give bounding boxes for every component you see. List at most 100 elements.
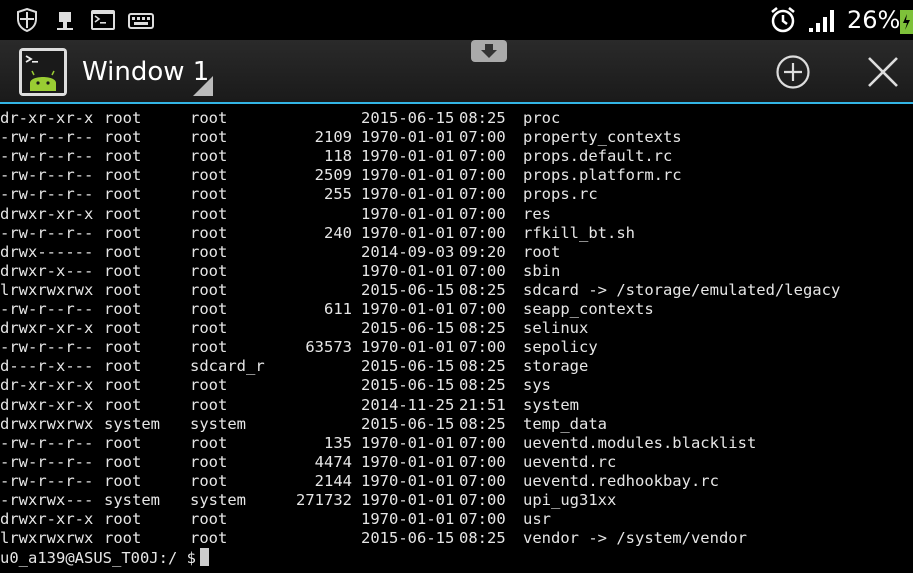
terminal-line: -rw-r--r-- root root 135 1970-01-01 07:00 ueve… [0,434,913,453]
entry-size: 271732 [296,491,352,509]
entry-group: root [190,338,228,357]
entry-time: 07:00 [459,185,506,204]
entry-size: 63573 [305,338,352,357]
entry-perm: drwxr-xr-x [0,319,94,338]
entry-date: 2015-06-15 [361,529,455,548]
entry-owner: root [104,471,142,490]
entry-name: props.rc [523,185,598,204]
entry-perm: drwx------ [0,242,94,261]
entry-group: root [190,376,228,395]
entry-perm: d---r-x--- [0,357,94,376]
entry-date: 1970-01-01 [361,185,455,204]
entry-group: root [190,109,228,127]
terminal-line: drwx------ root root 2014-09-03 09:20 root [0,243,913,262]
entry-date: 1970-01-01 [361,204,455,223]
alarm-icon [769,6,797,38]
terminal-line: -rw-r--r-- root root 2144 1970-01-01 07:00 uev… [0,472,913,491]
shield-icon [16,7,38,36]
shell-prompt-line[interactable]: u0_a139@ASUS_T00J:/ $ [0,548,209,567]
battery-icon [900,8,913,38]
entry-name: sdcard -> /storage/emulated/legacy [523,280,841,299]
entry-perm: -rw-r--r-- [0,147,94,166]
entry-time: 07:00 [459,338,506,357]
entry-perm: -rw-r--r-- [0,452,94,471]
entry-group: root [190,395,228,414]
entry-date: 1970-01-01 [361,510,455,529]
entry-owner: root [104,433,142,452]
entry-perm: drwxr-xr-x [0,204,94,223]
shell-prompt: u0_a139@ASUS_T00J:/ $ [0,549,196,568]
entry-group: root [190,166,228,185]
entry-name: property_contexts [523,128,682,147]
entry-name: system [523,395,579,414]
entry-date: 1970-01-01 [361,491,455,509]
window-title[interactable]: Window 1 [82,57,209,87]
entry-group: root [190,261,228,280]
entry-group: root [190,529,228,548]
entry-owner: root [104,510,142,529]
terminal-line: dr-xr-xr-x root root 2015-06-15 08:25 proc [0,109,913,128]
entry-name: props.default.rc [523,147,673,166]
terminal-line: -rw-r--r-- root root 63573 1970-01-01 07:00 se… [0,338,913,357]
entry-time: 07:00 [459,471,506,490]
terminal-line: lrwxrwxrwx root root 2015-06-15 08:25 sdcard … [0,281,913,300]
entry-name: props.platform.rc [523,166,682,185]
entry-date: 2014-09-03 [361,242,455,261]
entry-group: root [190,471,228,490]
app-icon[interactable] [18,47,68,101]
entry-perm: -rw-r--r-- [0,300,94,318]
keyboard-icon [128,8,154,36]
entry-time: 07:00 [459,452,506,471]
entry-owner: root [104,357,142,376]
add-window-button[interactable] [775,54,811,94]
text-cursor [199,548,209,567]
entry-group: system [190,414,246,433]
terminal-line: -rw-r--r-- root root 255 1970-01-01 07:00 prop… [0,185,913,204]
entry-owner: root [104,242,142,261]
action-bar: Window 1 [0,40,913,104]
entry-date: 1970-01-01 [361,452,455,471]
entry-perm: -rw-r--r-- [0,223,94,242]
terminal-line: -rw-r--r-- root root 2109 1970-01-01 07:00 pro… [0,128,913,147]
entry-name: ueventd.rc [523,452,617,471]
entry-perm: -rw-r--r-- [0,185,94,204]
dropdown-triangle-icon[interactable] [193,76,213,100]
entry-time: 07:00 [459,204,506,223]
entry-group: root [190,433,228,452]
entry-name: proc [523,109,561,127]
entry-owner: system [104,491,160,509]
entry-group: root [190,300,228,318]
entry-owner: root [104,147,142,166]
entry-owner: root [104,204,142,223]
terminal-line: drwxr-xr-x root root 2014-11-25 21:51 system [0,396,913,415]
terminal-line: -rw-r--r-- root root 4474 1970-01-01 07:00 uev… [0,453,913,472]
entry-size: 240 [324,223,352,242]
entry-name: storage [523,357,589,376]
entry-date: 1970-01-01 [361,128,455,147]
entry-time: 07:00 [459,433,506,452]
entry-perm: dr-xr-xr-x [0,376,94,395]
entry-date: 2014-11-25 [361,395,455,414]
terminal-line: -rw-r--r-- root root 611 1970-01-01 07:00 seap… [0,300,913,319]
entry-time: 08:25 [459,376,506,395]
terminal-output[interactable]: dr-xr-xr-x root root 2015-06-15 08:25 proc -rw… [0,108,913,573]
entry-perm: drwxr-xr-x [0,395,94,414]
entry-time: 21:51 [459,395,506,414]
close-window-button[interactable] [866,55,900,93]
entry-date: 1970-01-01 [361,300,455,318]
entry-owner: root [104,109,142,127]
entry-size: 2144 [314,471,352,490]
entry-name: sbin [523,261,561,280]
entry-perm: -rw-r--r-- [0,471,94,490]
entry-name: root [523,242,561,261]
entry-name: ueventd.modules.blacklist [523,433,757,452]
entry-perm: drwxrwxrwx [0,414,94,433]
battery-percentage: 26% [847,6,901,34]
keyboard-toggle-icon[interactable] [471,40,507,66]
terminal-line: drwxr-x--- root root 1970-01-01 07:00 sbin [0,262,913,281]
entry-group: root [190,452,228,471]
entry-owner: root [104,223,142,242]
entry-group: root [190,280,228,299]
entry-time: 07:00 [459,147,506,166]
entry-size: 2509 [314,166,352,185]
